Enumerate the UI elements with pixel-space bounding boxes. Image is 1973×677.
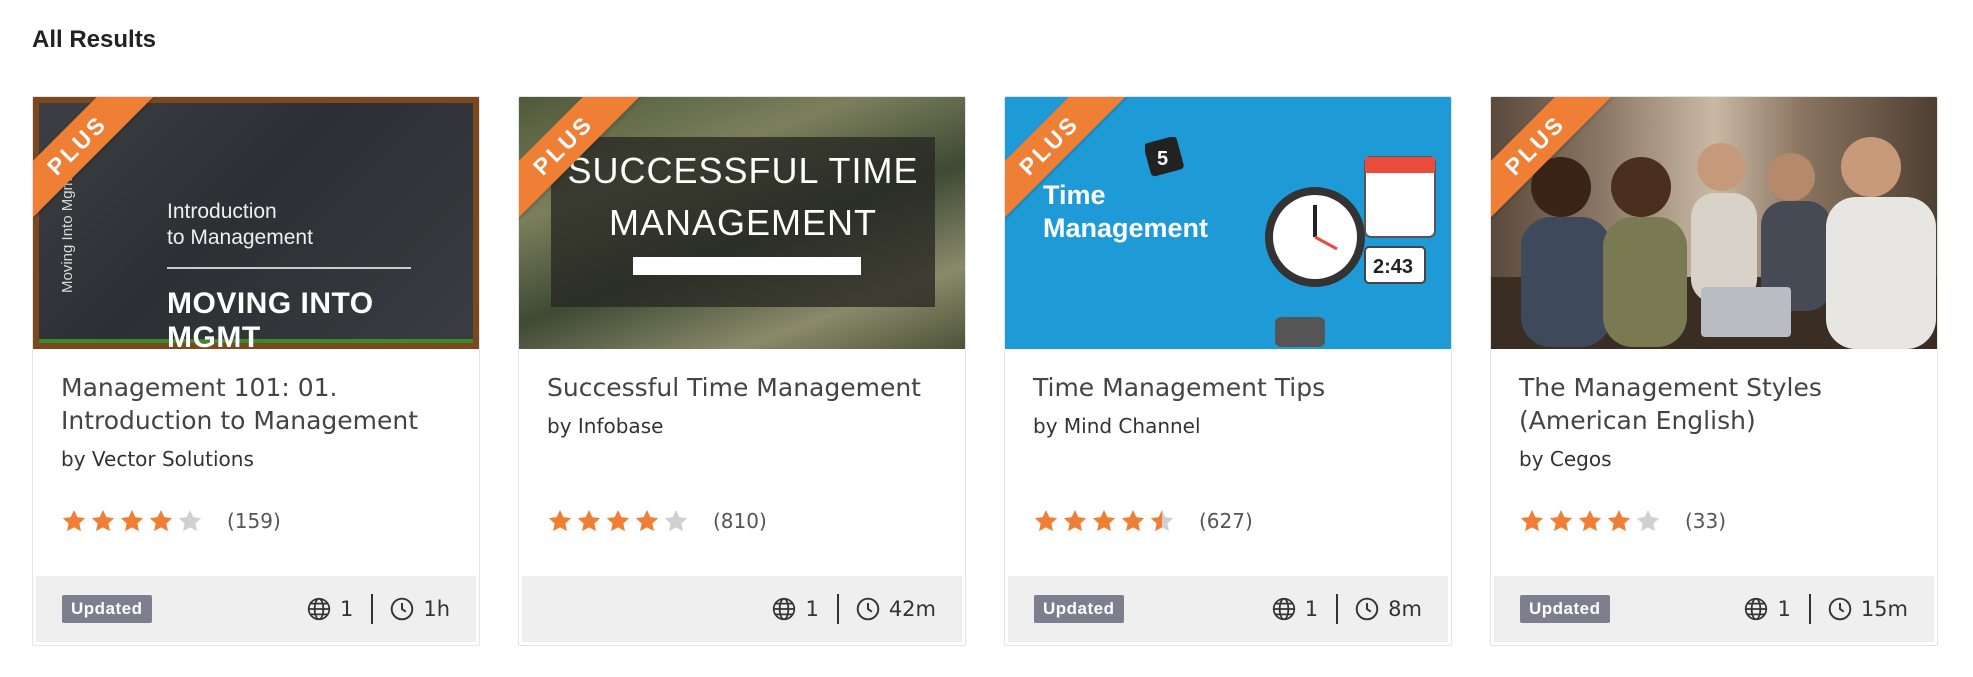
course-title[interactable]: Time Management Tips bbox=[1033, 371, 1423, 404]
language-count: 1 bbox=[339, 597, 354, 621]
thumbnail-line: to Management bbox=[167, 226, 313, 249]
clock-icon bbox=[391, 597, 414, 621]
course-title[interactable]: Management 101: 01. Introduction to Mana… bbox=[61, 371, 451, 437]
star-filled-icon bbox=[1092, 509, 1116, 532]
course-card[interactable]: SUCCESSFUL TIME MANAGEMENT PLUS Successf… bbox=[518, 96, 966, 646]
clock-illustration-icon: 2:43 bbox=[1265, 156, 1436, 347]
star-filled-icon bbox=[91, 509, 115, 532]
course-thumbnail[interactable]: SUCCESSFUL TIME MANAGEMENT PLUS bbox=[519, 97, 965, 349]
clock-icon bbox=[1828, 597, 1852, 621]
course-card[interactable]: PLUS The Management Styles (American Eng… bbox=[1490, 96, 1938, 646]
star-rating bbox=[1519, 508, 1661, 534]
meta-divider bbox=[836, 594, 839, 624]
svg-text:5: 5 bbox=[1157, 148, 1168, 170]
svg-text:2:43: 2:43 bbox=[1373, 256, 1413, 278]
thumbnail-line: SUCCESSFUL TIME bbox=[567, 150, 919, 191]
status-badge: Updated bbox=[1034, 595, 1124, 623]
rating: (627) bbox=[1033, 508, 1253, 534]
language-count: 1 bbox=[1304, 597, 1319, 621]
globe-icon bbox=[307, 597, 331, 621]
status-badge: Updated bbox=[62, 595, 152, 623]
course-card[interactable]: Time Management 2:43 5 PLUS Time Managem… bbox=[1004, 96, 1452, 646]
rating-count: (810) bbox=[713, 509, 767, 533]
rating: (159) bbox=[61, 508, 281, 534]
globe-icon bbox=[1272, 597, 1295, 621]
thumbnail-line: Management bbox=[1043, 213, 1209, 243]
meta-divider bbox=[1336, 594, 1339, 624]
meta-divider bbox=[1808, 594, 1811, 624]
thumbnail-line: Time bbox=[1043, 180, 1106, 210]
star-half-icon bbox=[1150, 509, 1174, 532]
course-title[interactable]: Successful Time Management bbox=[547, 371, 937, 404]
course-thumbnail[interactable]: Time Management 2:43 5 PLUS bbox=[1005, 97, 1451, 349]
language-count: 1 bbox=[1777, 597, 1791, 621]
rating-count: (33) bbox=[1685, 509, 1727, 533]
thumbnail-text: Introduction to Management bbox=[167, 199, 313, 251]
duration: 8m bbox=[1388, 597, 1422, 621]
course-title[interactable]: The Management Styles (American English) bbox=[1519, 371, 1909, 437]
star-filled-icon bbox=[149, 509, 173, 532]
card-footer: Updated 1 15m bbox=[1494, 576, 1934, 642]
star-filled-icon bbox=[606, 509, 630, 532]
rating: (810) bbox=[547, 508, 767, 534]
star-filled-icon bbox=[1549, 509, 1573, 532]
star-filled-icon bbox=[1121, 509, 1145, 532]
star-empty-icon bbox=[178, 509, 202, 532]
course-card[interactable]: Moving Into Mgmt Introduction to Managem… bbox=[32, 96, 480, 646]
course-author: by Mind Channel bbox=[1033, 414, 1201, 438]
course-thumbnail[interactable]: PLUS bbox=[1491, 97, 1937, 349]
star-empty-icon bbox=[664, 509, 688, 532]
star-filled-icon bbox=[1063, 509, 1087, 532]
clock-icon bbox=[1355, 597, 1379, 621]
rating: (33) bbox=[1519, 508, 1726, 534]
card-footer: Updated 1 1h bbox=[36, 576, 476, 642]
duration: 42m bbox=[888, 597, 936, 621]
thumbnail-line: MANAGEMENT bbox=[608, 202, 877, 243]
star-empty-icon bbox=[1636, 509, 1660, 532]
rating-count: (627) bbox=[1199, 509, 1253, 533]
star-filled-icon bbox=[1520, 509, 1544, 532]
thumbnail-headline: MOVING INTO MGMT bbox=[167, 287, 374, 349]
status-badge: Updated bbox=[1520, 595, 1610, 623]
course-author: by Infobase bbox=[547, 414, 664, 438]
star-filled-icon bbox=[577, 509, 601, 532]
star-filled-icon bbox=[1578, 509, 1602, 532]
star-filled-icon bbox=[62, 509, 86, 532]
star-rating bbox=[1033, 508, 1175, 534]
star-filled-icon bbox=[1034, 509, 1058, 532]
star-filled-icon bbox=[120, 509, 144, 532]
thumbnail-line: Introduction bbox=[167, 200, 277, 223]
card-footer: Updated 1 8m bbox=[1008, 576, 1448, 642]
globe-icon bbox=[773, 597, 796, 621]
star-rating bbox=[61, 508, 203, 534]
meta-divider bbox=[371, 594, 374, 624]
duration: 15m bbox=[1860, 597, 1908, 621]
star-filled-icon bbox=[1607, 509, 1631, 532]
star-rating bbox=[547, 508, 689, 534]
thumbnail-text: SUCCESSFUL TIME MANAGEMENT bbox=[551, 145, 935, 249]
rating-count: (159) bbox=[227, 509, 281, 533]
clock-icon bbox=[856, 597, 880, 621]
globe-icon bbox=[1745, 597, 1768, 621]
star-filled-icon bbox=[635, 509, 659, 532]
section-title: All Results bbox=[32, 26, 157, 53]
course-thumbnail[interactable]: Moving Into Mgmt Introduction to Managem… bbox=[33, 97, 479, 349]
star-filled-icon bbox=[548, 509, 572, 532]
course-author: by Cegos bbox=[1519, 447, 1612, 471]
duration: 1h bbox=[423, 597, 450, 621]
language-count: 1 bbox=[805, 597, 819, 621]
dice-icon: 5 bbox=[1145, 137, 1184, 177]
thumbnail-text: Time Management bbox=[1043, 179, 1208, 245]
card-footer: 1 42m bbox=[522, 576, 962, 642]
thumbnail-vertical-text: Moving Into Mgmt bbox=[59, 173, 76, 293]
course-author: by Vector Solutions bbox=[61, 447, 254, 471]
